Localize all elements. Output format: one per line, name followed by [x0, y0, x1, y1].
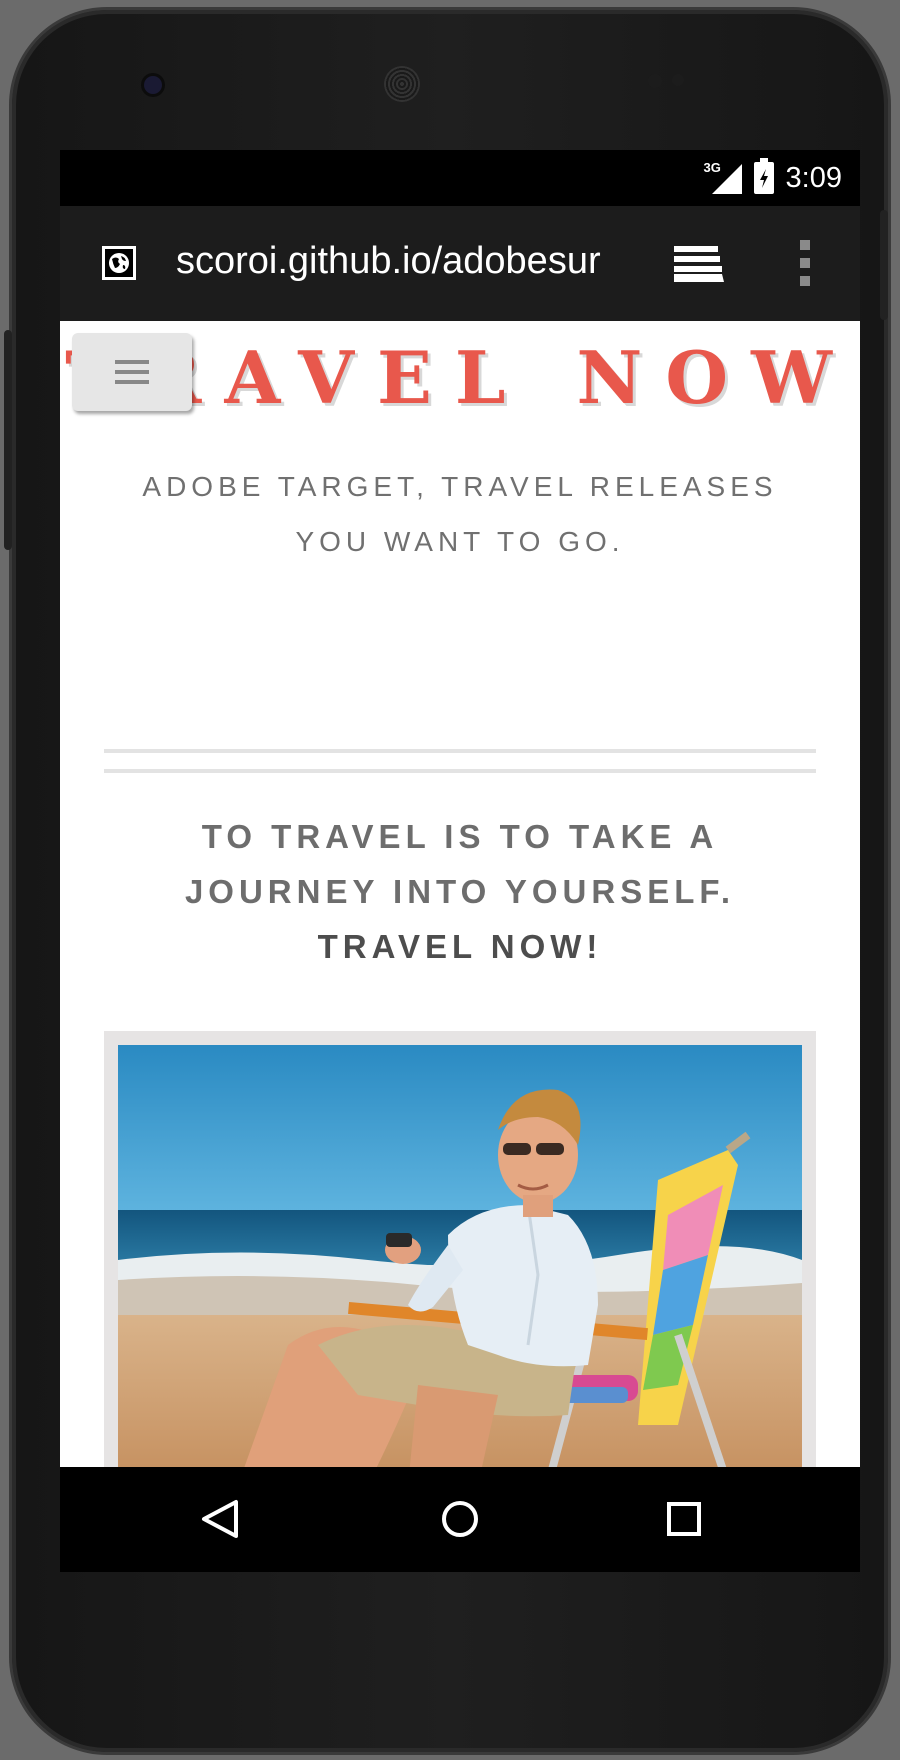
hamburger-icon — [115, 360, 149, 384]
status-bar: 3G 3:09 — [60, 150, 860, 206]
phone-frame: 3G 3:09 scoroi.github.io/adobesur TRAVEL… — [4, 10, 888, 1752]
browser-toolbar: scoroi.github.io/adobesur — [60, 206, 860, 321]
url-field[interactable]: scoroi.github.io/adobesur — [176, 240, 676, 283]
travel-quote: TO TRAVEL IS TO TAKE A JOURNEY INTO YOUR… — [120, 809, 800, 974]
globe-icon[interactable] — [102, 246, 136, 280]
sensor-icon — [648, 74, 662, 88]
signal-icon: 3G — [703, 160, 742, 194]
sensor-icon — [672, 74, 684, 86]
home-icon[interactable] — [440, 1499, 480, 1539]
recents-icon[interactable] — [666, 1501, 702, 1537]
quote-text: TO TRAVEL IS TO TAKE A JOURNEY INTO YOUR… — [184, 818, 736, 910]
photo-frame — [104, 1031, 816, 1467]
status-time: 3:09 — [785, 161, 842, 194]
overflow-menu-icon[interactable] — [798, 240, 812, 290]
hamburger-menu-button[interactable] — [72, 333, 192, 411]
web-page: TRAVEL NOW ADOBE TARGET, TRAVEL RELEASES… — [60, 321, 860, 1467]
screen: 3G 3:09 scoroi.github.io/adobesur TRAVEL… — [60, 150, 860, 1572]
divider — [104, 769, 816, 773]
navigation-bar — [60, 1467, 860, 1572]
volume-button — [4, 330, 12, 550]
battery-icon — [753, 158, 774, 194]
divider — [104, 749, 816, 753]
tabs-icon[interactable] — [672, 242, 726, 288]
network-type-label: 3G — [703, 160, 721, 175]
earpiece-speaker-icon — [384, 66, 420, 102]
page-subtitle: ADOBE TARGET, TRAVEL RELEASES YOU WANT T… — [142, 471, 778, 557]
front-camera-icon — [144, 76, 162, 94]
power-button — [880, 210, 888, 320]
man-on-beach-chair-photo — [118, 1045, 802, 1467]
travel-now-cta[interactable]: TRAVEL NOW! — [120, 919, 800, 974]
back-icon[interactable] — [200, 1499, 240, 1539]
